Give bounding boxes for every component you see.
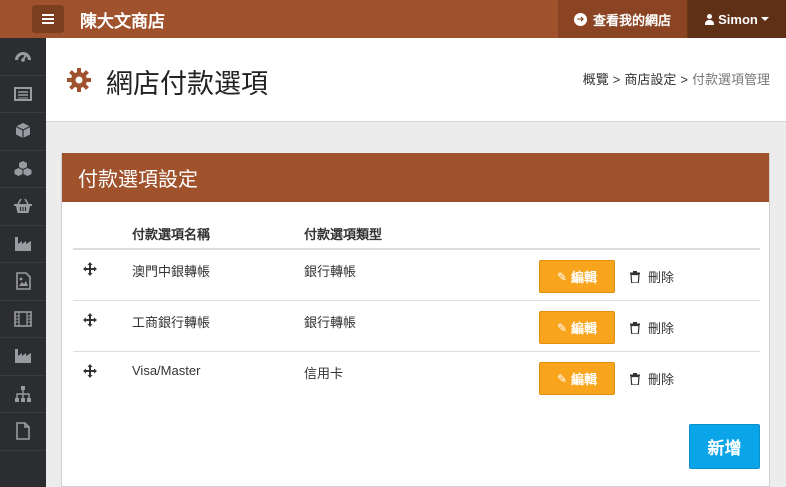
sidebar-item-suppliers[interactable] [0,338,46,376]
menu-toggle-button[interactable] [32,5,64,33]
delete-button[interactable]: 刪除 [629,260,674,293]
cube-icon [15,123,31,139]
payment-type: 銀行轉帳 [304,264,357,279]
list-icon [14,86,32,101]
trash-icon [630,372,640,385]
sidebar-item-dashboard[interactable] [0,38,46,76]
file-icon [16,422,30,441]
delete-button[interactable]: 刪除 [629,362,674,395]
breadcrumb-item-current: 付款選項管理 [691,72,770,87]
drag-handle-icon[interactable] [83,313,97,327]
sidebar-item-categories[interactable] [0,376,46,413]
payment-name: 澳門中銀轉帳 [132,264,211,279]
page-title: 網店付款選項 [106,69,268,99]
breadcrumb-item-overview[interactable]: 概覽 [583,72,609,87]
drag-handle-icon[interactable] [83,364,97,378]
add-payment-option-button[interactable]: 新增 [689,424,760,469]
store-title[interactable]: 陳大文商店 [80,7,165,32]
sidebar-item-product[interactable] [0,113,46,151]
payment-options-table: 付款選項名稱 付款選項類型 澳門中銀轉帳 銀行轉帳 ✎ 編輯 刪除 工商銀行轉帳 … [73,219,760,403]
dashboard-icon [15,52,31,63]
table-row: 澳門中銀轉帳 銀行轉帳 ✎ 編輯 刪除 [73,250,760,301]
sidebar-item-list[interactable] [0,76,46,113]
pencil-icon: ✎ [556,269,568,284]
payment-type: 信用卡 [304,366,344,381]
view-store-link[interactable]: ➜ 查看我的網店 [557,0,688,38]
column-header-type: 付款選項類型 [304,227,383,242]
sidebar-item-orders[interactable] [0,188,46,226]
basket-icon [14,198,32,214]
trash-icon [630,321,640,334]
table-row: Visa/Master 信用卡 ✎ 編輯 刪除 [73,352,760,403]
payment-options-panel: 付款選項設定 付款選項名稱 付款選項類型 澳門中銀轉帳 銀行轉帳 ✎ 編輯 刪除 … [61,153,770,487]
pencil-icon: ✎ [556,320,568,335]
edit-button[interactable]: ✎ 編輯 [539,362,615,395]
sitemap-icon [15,385,31,402]
payment-type: 銀行轉帳 [304,315,357,330]
trash-icon [630,270,640,283]
factory-icon [15,349,31,364]
cubes-icon [14,160,32,176]
user-icon [705,13,715,25]
panel-heading: 付款選項設定 [62,153,769,202]
payment-name: Visa/Master [132,363,201,378]
industry-icon [15,236,31,251]
gear-icon [67,68,91,92]
page-header: 網店付款選項 概覽 > 商店設定 > 付款選項管理 [46,38,786,122]
user-menu-dropdown[interactable]: Simon [688,0,786,38]
top-navbar: 陳大文商店 ➜ 查看我的網店 Simon [0,0,786,38]
sidebar [0,38,46,487]
film-icon [14,310,32,327]
breadcrumb: 概覽 > 商店設定 > 付款選項管理 [582,72,770,87]
edit-button[interactable]: ✎ 編輯 [539,260,615,293]
user-name: Simon [718,11,758,27]
pencil-icon: ✎ [556,371,568,386]
caret-down-icon [760,17,769,21]
sidebar-item-inventory[interactable] [0,226,46,263]
sidebar-item-pages[interactable] [0,413,46,451]
table-header: 付款選項名稱 付款選項類型 [73,219,760,250]
sidebar-item-media[interactable] [0,301,46,338]
sidebar-item-products[interactable] [0,151,46,188]
column-header-name: 付款選項名稱 [132,227,211,242]
arrow-circle-right-icon: ➜ [573,12,587,26]
drag-handle-icon[interactable] [83,262,97,276]
sidebar-item-images[interactable] [0,263,46,301]
edit-button[interactable]: ✎ 編輯 [539,311,615,344]
hamburger-icon [42,14,54,24]
breadcrumb-item-store-settings[interactable]: 商店設定 [624,72,676,87]
payment-name: 工商銀行轉帳 [132,315,211,330]
table-row: 工商銀行轉帳 銀行轉帳 ✎ 編輯 刪除 [73,301,760,352]
view-store-label: 查看我的網店 [592,12,671,28]
image-icon [16,272,31,291]
delete-button[interactable]: 刪除 [629,311,674,344]
